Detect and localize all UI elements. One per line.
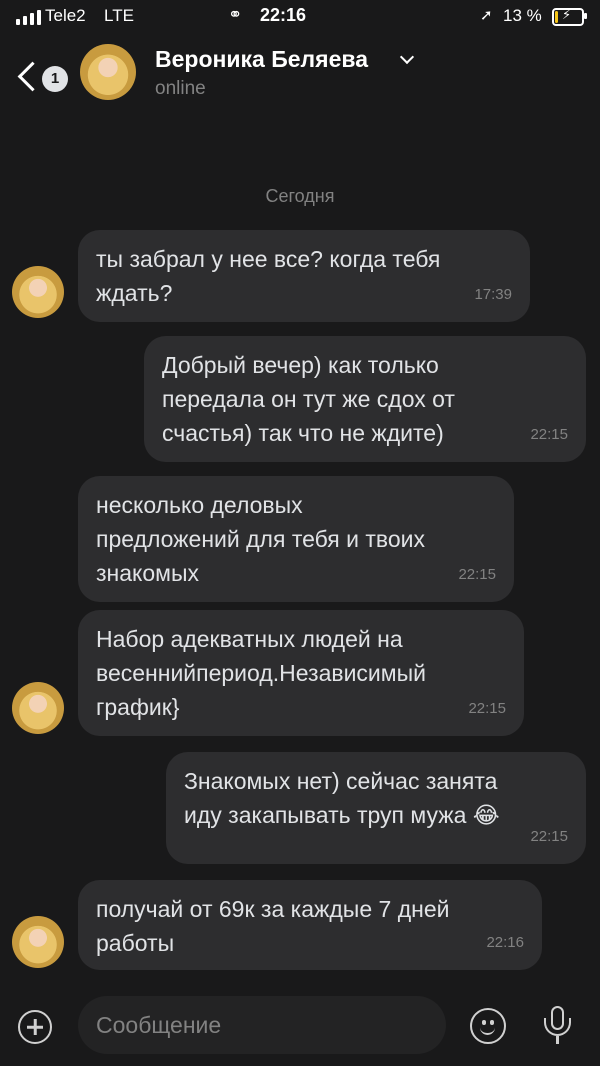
signal-icon xyxy=(16,10,41,25)
message-time: 22:15 xyxy=(468,700,506,717)
battery-tip xyxy=(584,13,587,19)
message-avatar[interactable] xyxy=(12,682,64,734)
network-label: LTE xyxy=(104,6,134,25)
message-text: Знакомых нет) сейчас занята иду закапыва… xyxy=(184,768,500,828)
link-icon: ⚭ xyxy=(228,5,243,24)
battery-percent: 13 % xyxy=(503,6,542,25)
clock: 22:16 xyxy=(260,5,307,25)
chevron-down-icon[interactable] xyxy=(399,49,415,65)
message-text: Добрый вечер) как только передала он тут… xyxy=(162,352,455,446)
incoming-message[interactable]: ты забрал у нее все? когда тебя ждать? 1… xyxy=(78,230,530,322)
carrier-label: Tele2 xyxy=(45,6,86,25)
back-button[interactable]: 1 xyxy=(17,56,68,106)
message-text: несколько деловых предложений для тебя и… xyxy=(96,492,426,586)
incoming-message[interactable]: получай от 69к за каждые 7 дней работы 2… xyxy=(78,880,542,970)
contact-status: online xyxy=(155,78,206,99)
message-avatar[interactable] xyxy=(12,266,64,318)
contact-name[interactable]: Вероника Беляева xyxy=(155,46,368,73)
date-separator: Сегодня xyxy=(265,186,335,206)
message-time: 22:16 xyxy=(486,934,524,951)
message-text: ты забрал у нее все? когда тебя ждать? xyxy=(96,246,441,306)
emoji-icon[interactable] xyxy=(470,1008,506,1044)
message-time: 22:15 xyxy=(458,566,496,583)
contact-avatar[interactable] xyxy=(80,44,136,100)
unread-badge: 1 xyxy=(42,66,68,92)
message-text: получай от 69к за каждые 7 дней работы xyxy=(96,896,450,956)
plus-circle-icon[interactable] xyxy=(18,1010,52,1044)
message-time: 17:39 xyxy=(474,286,512,303)
battery-icon: ⚡ xyxy=(552,7,584,26)
message-time: 22:15 xyxy=(530,828,568,845)
outgoing-message[interactable]: Знакомых нет) сейчас занята иду закапыва… xyxy=(166,752,586,864)
message-composer xyxy=(0,996,600,1056)
message-input[interactable] xyxy=(78,996,446,1054)
incoming-message[interactable]: несколько деловых предложений для тебя и… xyxy=(78,476,514,602)
location-arrow-icon: ➚ xyxy=(480,7,493,24)
chat-header: 1 Вероника Беляева online xyxy=(0,34,600,114)
message-avatar[interactable] xyxy=(12,916,64,968)
incoming-message[interactable]: Набор адекватных людей на весеннийпериод… xyxy=(78,610,524,736)
status-bar: Tele2 LTE ⚭ 22:16 ➚ 13 % ⚡ xyxy=(0,0,600,34)
outgoing-message[interactable]: Добрый вечер) как только передала он тут… xyxy=(144,336,586,462)
message-time: 22:15 xyxy=(530,426,568,443)
microphone-icon[interactable] xyxy=(540,1004,576,1050)
message-text: Набор адекватных людей на весеннийпериод… xyxy=(96,626,426,720)
